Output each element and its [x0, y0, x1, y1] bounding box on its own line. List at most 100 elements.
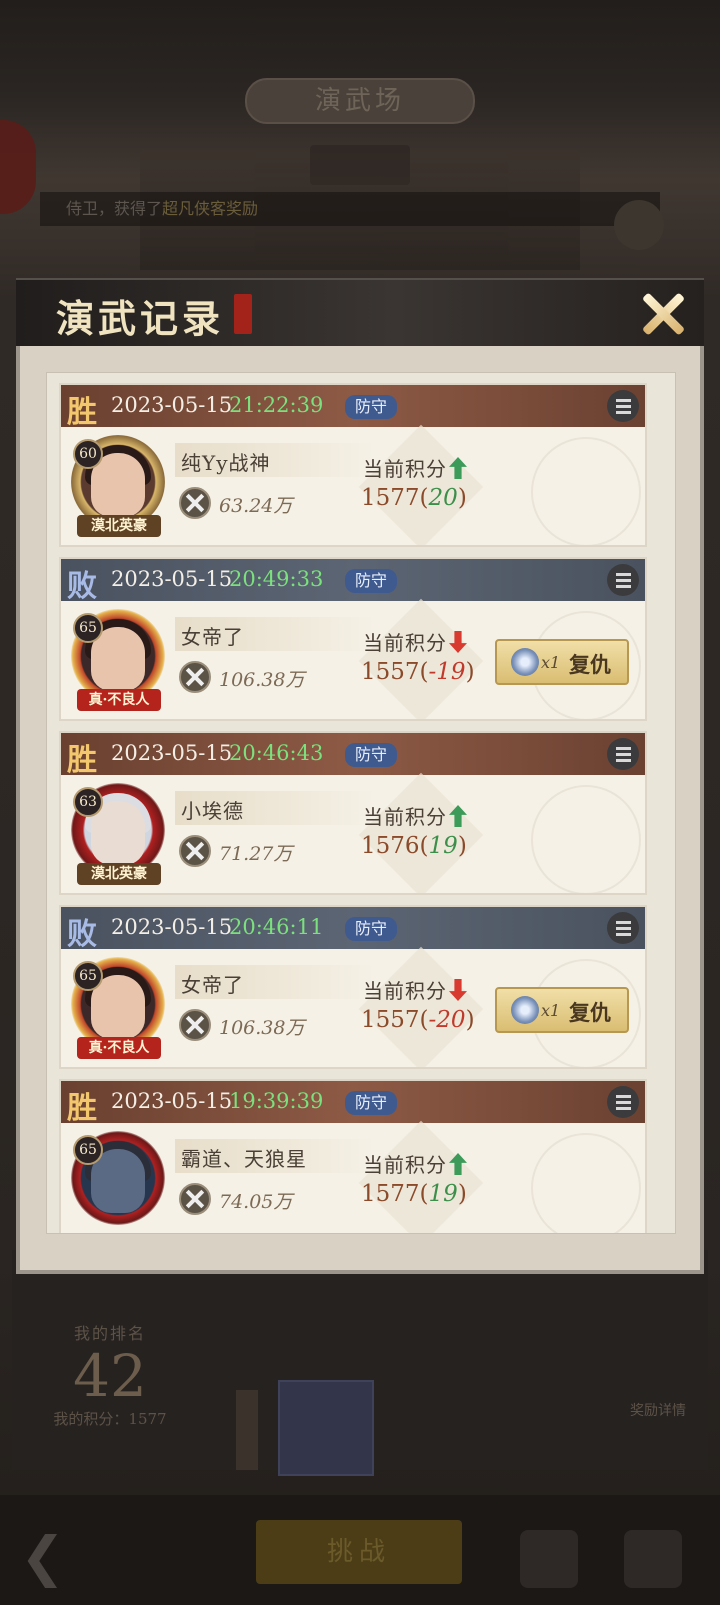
close-icon[interactable] [634, 286, 690, 342]
current-score-label: 当前积分 [363, 979, 447, 1003]
my-score: 我的积分：1577 [53, 1410, 167, 1428]
score-delta: -20 [428, 1007, 466, 1033]
score-value: 1557 [361, 1007, 420, 1033]
level-badge: 60 [73, 439, 103, 469]
crossed-swords-icon [179, 487, 211, 519]
current-score-label: 当前积分 [363, 1153, 447, 1177]
crossed-swords-icon [179, 1009, 211, 1041]
title-tag: 真·不良人 [77, 689, 161, 711]
record-card: 胜 2023-05-15 20:46:43 防守 63 漠北英豪 小埃德 71.… [59, 731, 647, 895]
my-rank-block: 我的排名 42 我的积分：1577 [30, 1320, 190, 1450]
result-badge: 败 [67, 569, 97, 604]
opponent-name: 小埃德 [181, 799, 244, 823]
record-card: 败 2023-05-15 20:46:11 防守 65 真·不良人 女帝了 10… [59, 905, 647, 1069]
revenge-count: x1 [541, 653, 561, 672]
battle-record-modal: 演武记录 胜 2023-05-15 21:22:39 防守 60 漠北英豪 纯Y… [16, 278, 704, 1274]
combat-power: 106.38万 [219, 669, 305, 691]
score-value: 1557 [361, 659, 420, 685]
bottom-icon-b [624, 1530, 682, 1588]
current-score: 1557(-19) [361, 659, 475, 685]
combat-power: 63.24万 [219, 495, 293, 517]
title-tag: 漠北英豪 [77, 515, 161, 537]
opponent-avatar[interactable]: 65 [71, 1131, 165, 1233]
title-tag: 真·不良人 [77, 1037, 161, 1059]
modal-header: 演武记录 [16, 278, 704, 350]
revenge-token-icon [511, 996, 539, 1024]
record-time: 20:46:11 [229, 915, 324, 939]
revenge-label: 复仇 [569, 1000, 611, 1025]
opponent-avatar[interactable]: 65 真·不良人 [71, 609, 165, 713]
current-score-label: 当前积分 [363, 631, 447, 655]
revenge-label: 复仇 [569, 652, 611, 677]
challenge-button: 挑战 [256, 1520, 462, 1584]
opponent-name: 女帝了 [181, 625, 244, 649]
result-badge: 胜 [67, 743, 97, 778]
mode-tag: 防守 [345, 743, 397, 767]
revenge-count: x1 [541, 1001, 561, 1020]
list-menu-icon[interactable] [607, 738, 639, 770]
crossed-swords-icon [179, 1183, 211, 1215]
score-delta: 20 [428, 485, 458, 511]
title-tag: 漠北英豪 [77, 863, 161, 885]
current-score: 1577(20) [361, 485, 467, 511]
crossed-swords-icon [179, 661, 211, 693]
mode-tag: 防守 [345, 1091, 397, 1115]
modal-body: 胜 2023-05-15 21:22:39 防守 60 漠北英豪 纯Yy战神 6… [16, 346, 704, 1274]
current-score: 1576(19) [361, 833, 467, 859]
reward-side-label [236, 1390, 258, 1470]
back-arrow-icon: ❮ [20, 1525, 66, 1588]
combat-power: 106.38万 [219, 1017, 305, 1039]
record-list[interactable]: 胜 2023-05-15 21:22:39 防守 60 漠北英豪 纯Yy战神 6… [46, 372, 676, 1234]
record-time: 20:49:33 [229, 567, 324, 591]
combat-power: 71.27万 [219, 843, 293, 865]
opponent-name: 霸道、天狼星 [181, 1147, 307, 1171]
record-time: 21:22:39 [229, 393, 324, 417]
score-delta: 19 [428, 833, 458, 859]
list-menu-icon[interactable] [607, 564, 639, 596]
current-score-label: 当前积分 [363, 457, 447, 481]
record-time: 20:46:43 [229, 741, 324, 765]
list-menu-icon[interactable] [607, 912, 639, 944]
score-delta: 19 [428, 1181, 458, 1207]
crossed-swords-icon [179, 835, 211, 867]
mode-tag: 防守 [345, 395, 397, 419]
score-value: 1577 [361, 485, 420, 511]
opponent-name: 女帝了 [181, 973, 244, 997]
result-badge: 胜 [67, 1091, 97, 1126]
opponent-avatar[interactable]: 65 真·不良人 [71, 957, 165, 1061]
record-card: 败 2023-05-15 20:49:33 防守 65 真·不良人 女帝了 10… [59, 557, 647, 721]
card-watermark [531, 1133, 641, 1233]
arena-title-banner: 演武场 [245, 78, 475, 124]
ticker-text: 侍卫，获得了 [66, 199, 163, 218]
rank-label: 我的排名 [73, 1324, 146, 1343]
opponent-avatar[interactable]: 63 漠北英豪 [71, 783, 165, 887]
list-menu-icon[interactable] [607, 390, 639, 422]
reward-item [278, 1380, 374, 1476]
revenge-button[interactable]: x1 复仇 [495, 987, 629, 1033]
current-score: 1577(19) [361, 1181, 467, 1207]
opponent-avatar[interactable]: 60 漠北英豪 [71, 435, 165, 539]
record-header: 败 2023-05-15 20:49:33 防守 [61, 559, 645, 604]
level-badge: 65 [73, 961, 103, 991]
reward-detail-label: 奖励详情 [630, 1403, 686, 1419]
record-date: 2023-05-15 [111, 393, 233, 417]
result-badge: 败 [67, 917, 97, 952]
revenge-button[interactable]: x1 复仇 [495, 639, 629, 685]
npc-avatar-icon [614, 200, 664, 250]
result-badge: 胜 [67, 395, 97, 430]
current-score: 1557(-20) [361, 1007, 475, 1033]
title-seal-icon [234, 294, 252, 334]
score-delta: -19 [428, 659, 466, 685]
record-date: 2023-05-15 [111, 567, 233, 591]
record-date: 2023-05-15 [111, 741, 233, 765]
modal-title: 演武记录 [56, 296, 225, 341]
card-watermark [531, 437, 641, 545]
rank-value: 42 [73, 1342, 147, 1410]
record-header: 胜 2023-05-15 19:39:39 防守 [61, 1081, 645, 1126]
record-date: 2023-05-15 [111, 915, 233, 939]
record-header: 败 2023-05-15 20:46:11 防守 [61, 907, 645, 952]
list-menu-icon[interactable] [607, 1086, 639, 1118]
score-value: 1576 [361, 833, 420, 859]
record-card: 胜 2023-05-15 21:22:39 防守 60 漠北英豪 纯Yy战神 6… [59, 383, 647, 547]
card-watermark [531, 785, 641, 893]
